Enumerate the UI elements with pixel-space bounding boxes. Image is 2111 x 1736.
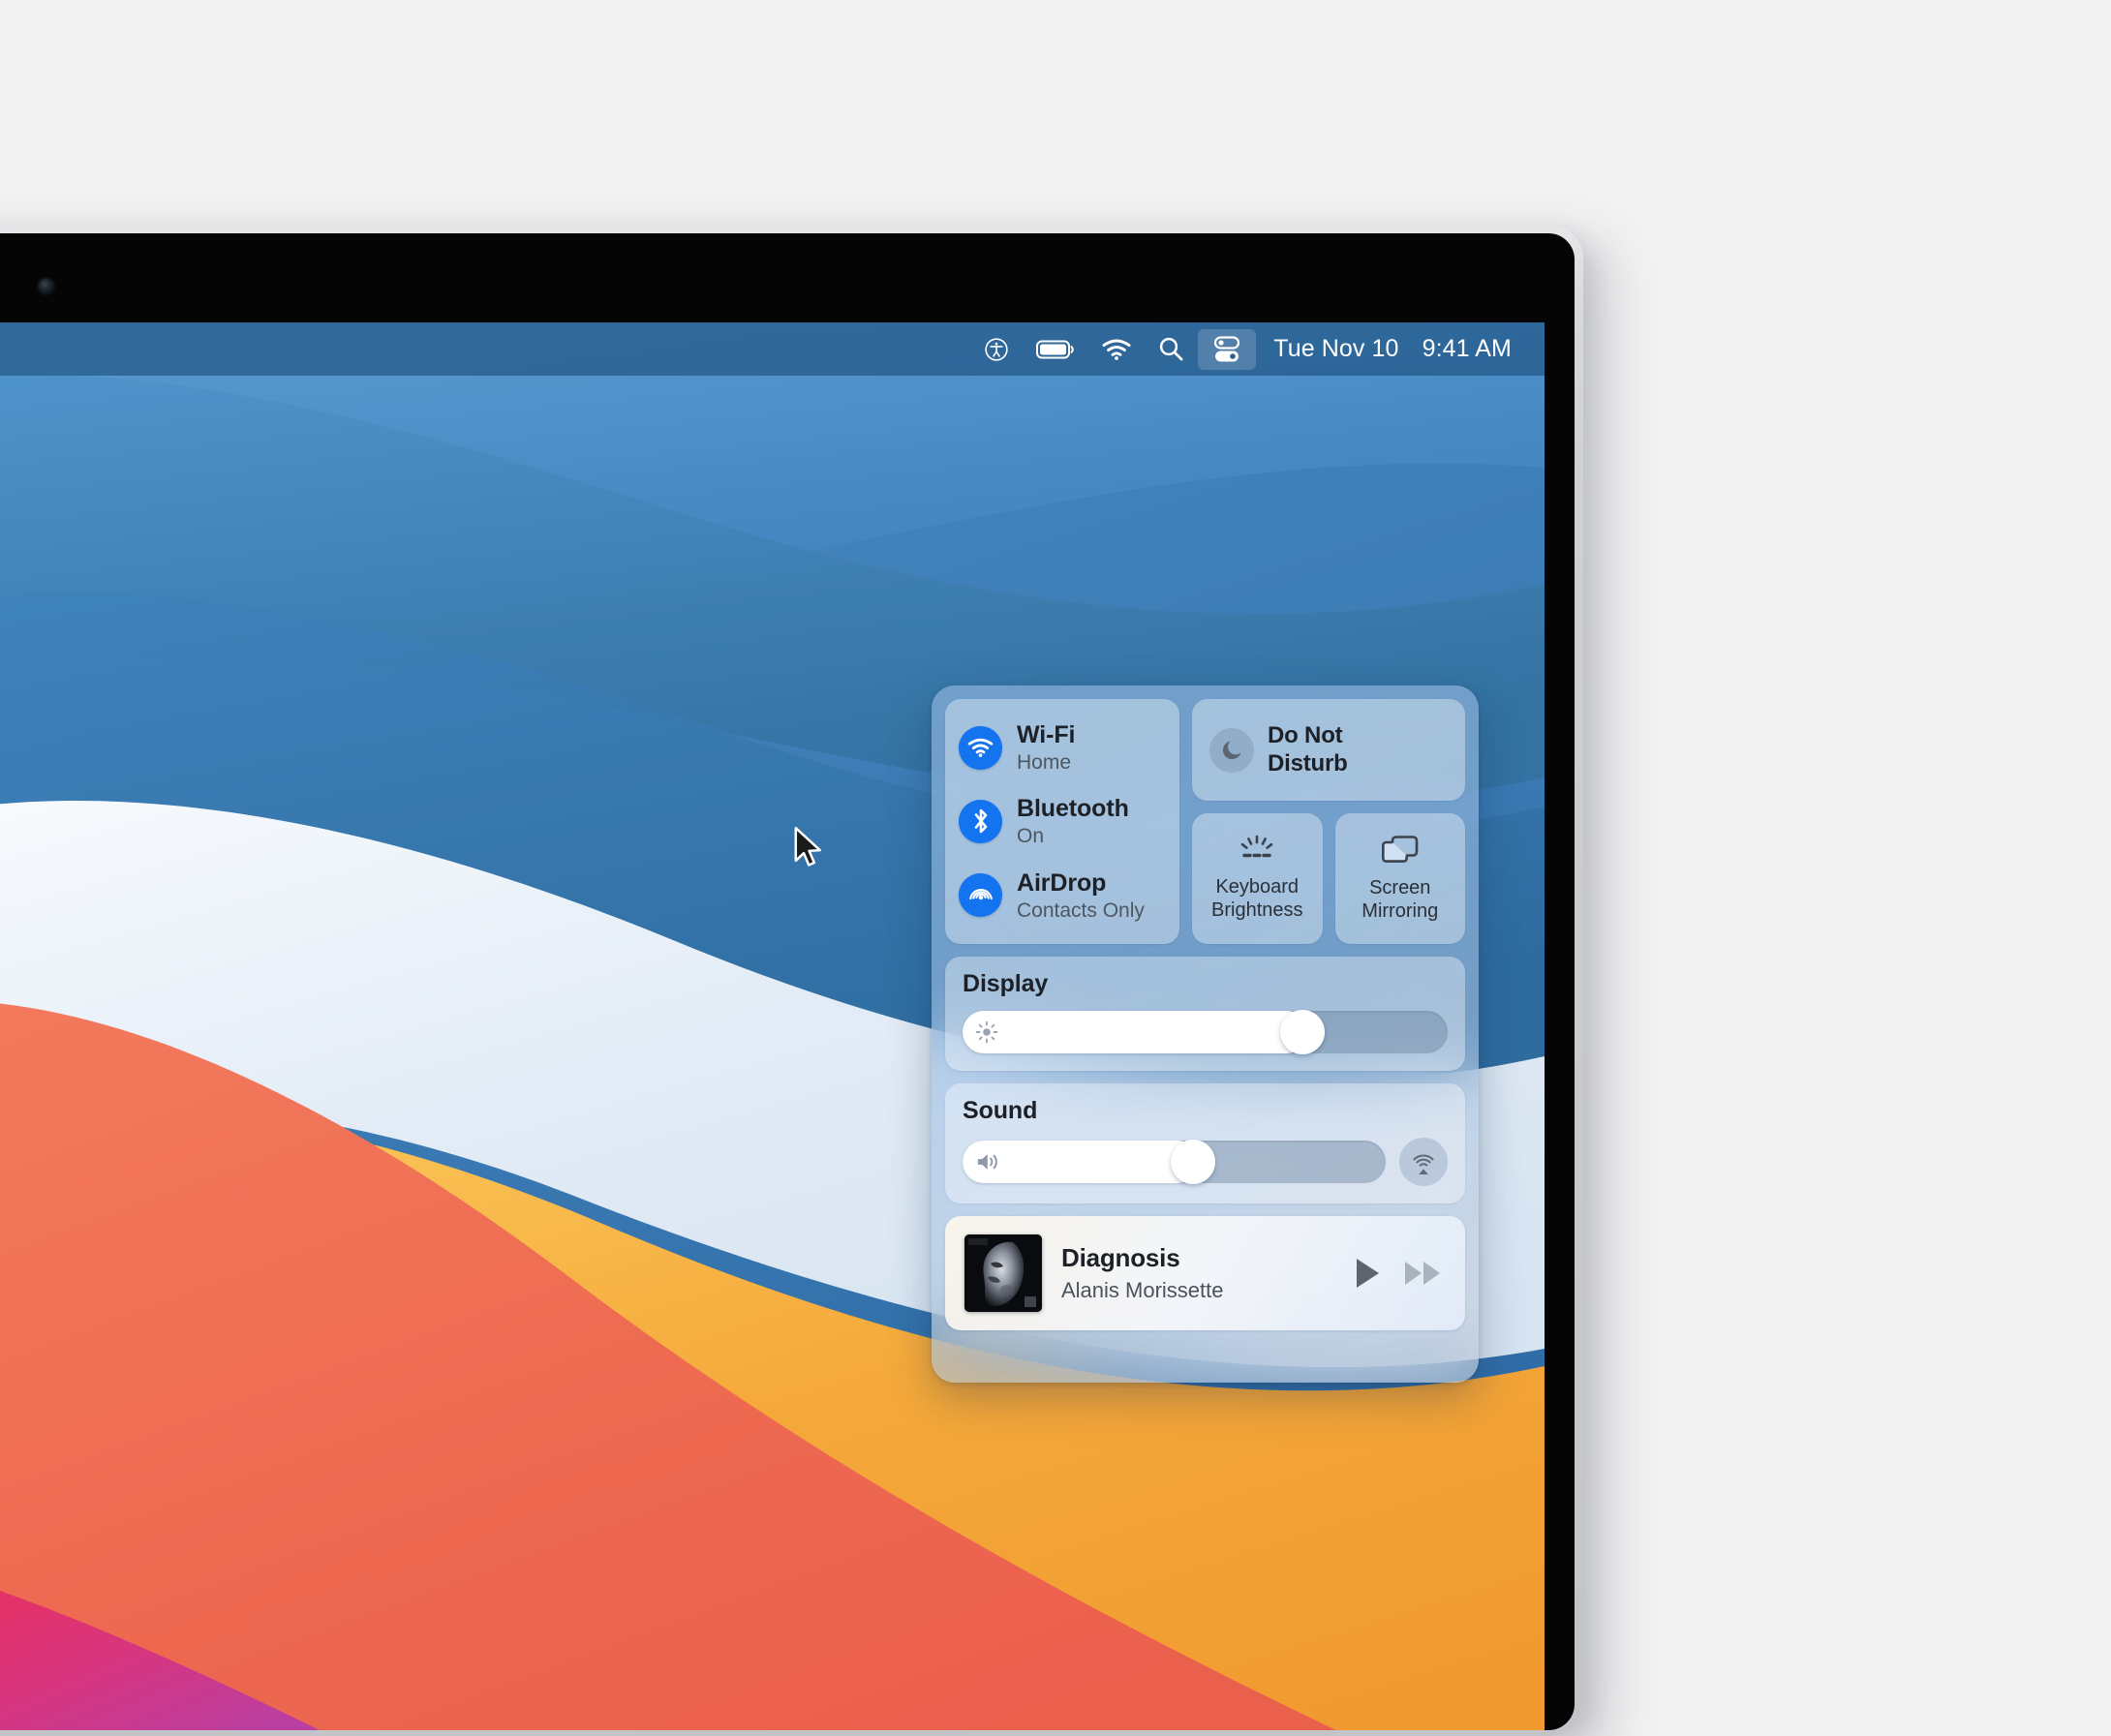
wifi-icon [959, 725, 1002, 770]
control-center-panel: Wi-Fi Home Bluetooth On AirDrop Contacts… [932, 685, 1479, 1383]
display-slider-line [963, 1010, 1448, 1054]
sound-label: Sound [963, 1097, 1038, 1124]
do-not-disturb-control[interactable]: Do Not Disturb [1192, 699, 1465, 801]
airplay-audio-icon [1413, 1154, 1434, 1174]
sound-volume-slider[interactable] [963, 1140, 1386, 1184]
keyboard-brightness-label: Keyboard Brightness [1211, 876, 1303, 922]
do-not-disturb-label: Do Not Disturb [1268, 722, 1348, 777]
wifi-title: Wi-Fi [1017, 720, 1076, 748]
display-slider-knob[interactable] [1279, 1010, 1325, 1054]
moon-icon [1209, 727, 1254, 773]
menubar-date[interactable]: Tue Nov 10 [1256, 335, 1404, 363]
search-icon[interactable] [1145, 329, 1198, 370]
keyboard-brightness-control[interactable]: Keyboard Brightness [1192, 813, 1323, 944]
control-center-top-row: Wi-Fi Home Bluetooth On AirDrop Contacts… [945, 699, 1465, 944]
screen-mirroring-label: Screen Mirroring [1361, 877, 1438, 923]
bluetooth-title: Bluetooth [1017, 795, 1129, 823]
airdrop-subtitle: Contacts Only [1017, 898, 1145, 922]
bluetooth-icon [959, 799, 1002, 843]
brightness-sun-icon [975, 1020, 998, 1044]
kb-line2: Brightness [1211, 899, 1303, 921]
kb-line1: Keyboard [1215, 876, 1300, 898]
track-title: Diagnosis [1061, 1242, 1180, 1272]
control-center-right-column: Do Not Disturb Keyboard Brightness Scree… [1192, 699, 1465, 944]
sound-module: Sound [945, 1083, 1465, 1203]
dnd-line1: Do Not [1268, 722, 1343, 749]
speaker-wave-icon [977, 1154, 997, 1170]
airplay-audio-button[interactable] [1399, 1138, 1448, 1186]
laptop-device: Tue Nov 10 9:41 AM Wi-Fi Home Bluetooth … [0, 226, 1583, 1736]
tile-row: Keyboard Brightness Screen Mirroring [1192, 813, 1465, 944]
wifi-control[interactable]: Wi-Fi Home [959, 721, 1166, 775]
sound-slider-line [963, 1138, 1448, 1186]
play-icon[interactable] [1353, 1257, 1382, 1290]
track-artist: Alanis Morissette [1061, 1277, 1224, 1302]
airdrop-title: AirDrop [1017, 868, 1107, 897]
fast-forward-icon[interactable] [1403, 1259, 1444, 1288]
dnd-line2: Disturb [1268, 749, 1348, 777]
airdrop-text: AirDrop Contacts Only [1017, 869, 1145, 923]
display-label: Display [963, 970, 1049, 997]
bluetooth-subtitle: On [1017, 825, 1045, 848]
screen-mirroring-control[interactable]: Screen Mirroring [1334, 813, 1465, 944]
webcam-icon [39, 279, 53, 293]
battery-icon[interactable] [1023, 329, 1088, 370]
display-slider-fill [963, 1011, 1308, 1053]
menu-bar: Tue Nov 10 9:41 AM [0, 322, 1545, 376]
display-bezel: Tue Nov 10 9:41 AM Wi-Fi Home Bluetooth … [0, 233, 1575, 1730]
bluetooth-text: Bluetooth On [1017, 795, 1129, 848]
sm-line2: Mirroring [1361, 900, 1439, 922]
sm-line1: Screen [1369, 877, 1431, 899]
airdrop-icon [959, 873, 1002, 918]
accessibility-icon[interactable] [970, 329, 1023, 370]
wifi-text: Wi-Fi Home [1017, 721, 1075, 775]
sound-slider-knob[interactable] [1171, 1140, 1216, 1184]
album-artwork [964, 1234, 1042, 1312]
mouse-pointer [794, 826, 821, 867]
display-brightness-slider[interactable] [963, 1010, 1448, 1054]
wifi-subtitle: Home [1017, 750, 1072, 774]
airdrop-control[interactable]: AirDrop Contacts Only [959, 869, 1166, 923]
bluetooth-control[interactable]: Bluetooth On [959, 795, 1166, 848]
control-center-icon[interactable] [1198, 328, 1257, 370]
screen: Tue Nov 10 9:41 AM Wi-Fi Home Bluetooth … [0, 322, 1545, 1730]
display-module: Display [945, 957, 1465, 1071]
menubar-time[interactable]: 9:41 AM [1405, 335, 1515, 363]
now-playing-text: Diagnosis Alanis Morissette [1061, 1242, 1333, 1302]
now-playing-module[interactable]: Diagnosis Alanis Morissette [945, 1216, 1465, 1330]
connectivity-module: Wi-Fi Home Bluetooth On AirDrop Contacts… [945, 699, 1179, 944]
screen-mirroring-icon [1380, 834, 1421, 871]
wifi-icon[interactable] [1088, 329, 1145, 370]
keyboard-brightness-icon [1236, 835, 1278, 870]
playback-controls [1353, 1257, 1444, 1290]
